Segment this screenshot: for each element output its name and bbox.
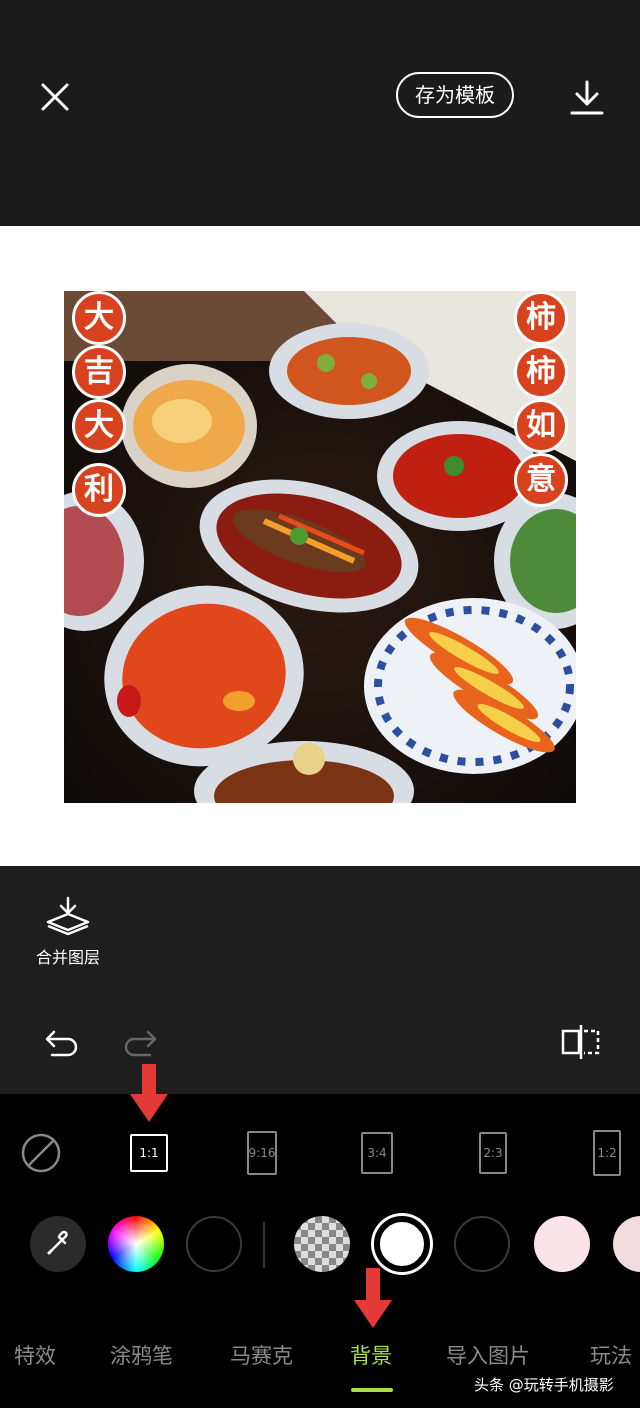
ratio-label: 3:4	[361, 1132, 393, 1174]
banner-char: 如	[514, 399, 568, 453]
ratio-label: 2:3	[479, 1132, 507, 1174]
food-photo[interactable]: 大 吉 大 利 柿 柿 如 意	[64, 291, 576, 803]
save-as-template-button[interactable]: 存为模板	[396, 72, 514, 118]
ratio-3-4-button[interactable]: 3:4	[360, 1130, 394, 1176]
banner-char: 柿	[514, 291, 568, 345]
ratio-9-16-button[interactable]: 9:16	[246, 1130, 278, 1176]
banner-char: 大	[72, 399, 126, 453]
ratio-2-3-button[interactable]: 2:3	[478, 1130, 508, 1176]
transparent-swatch[interactable]	[294, 1216, 350, 1272]
color-swatch[interactable]	[186, 1216, 242, 1272]
top-bar	[0, 0, 640, 226]
ratio-1-2-button[interactable]: 1:2	[592, 1130, 622, 1176]
ratio-1-1-button[interactable]: 1:1	[128, 1130, 170, 1176]
ratio-none-button[interactable]	[18, 1130, 64, 1176]
close-button[interactable]	[34, 76, 76, 118]
redo-icon	[124, 1030, 157, 1057]
food-photo-image	[64, 291, 576, 803]
color-swatch-white-selected[interactable]	[374, 1216, 430, 1272]
merge-layers-icon	[46, 896, 90, 936]
ratio-label: 1:1	[130, 1134, 168, 1172]
tab-import-image[interactable]: 导入图片	[446, 1340, 530, 1370]
color-swatch[interactable]	[454, 1216, 510, 1272]
compare-icon	[561, 1025, 600, 1059]
color-wheel-button[interactable]	[108, 1216, 164, 1272]
banner-char: 吉	[72, 345, 126, 399]
banner-char: 利	[72, 463, 126, 517]
none-icon	[21, 1133, 61, 1173]
divider	[263, 1222, 265, 1268]
compare-button[interactable]	[560, 1022, 602, 1062]
tab-effects[interactable]: 特效	[14, 1340, 56, 1370]
color-swatch[interactable]	[534, 1216, 590, 1272]
banner-char: 大	[72, 291, 126, 345]
ratio-label: 1:2	[593, 1130, 621, 1176]
annotation-arrow-icon	[130, 1064, 168, 1122]
color-wheel-icon	[108, 1216, 164, 1272]
banner-char: 意	[514, 453, 568, 507]
tab-gameplay[interactable]: 玩法	[590, 1340, 632, 1370]
banner-char: 柿	[514, 345, 568, 399]
undo-button[interactable]	[42, 1022, 82, 1062]
tab-doodle[interactable]: 涂鸦笔	[110, 1340, 173, 1370]
download-icon	[570, 80, 604, 115]
eyedropper-icon	[47, 1230, 68, 1255]
annotation-arrow-icon	[354, 1268, 392, 1328]
redo-button[interactable]	[120, 1022, 160, 1062]
close-icon	[41, 83, 69, 111]
tab-mosaic[interactable]: 马赛克	[230, 1340, 293, 1370]
ratio-label: 9:16	[247, 1131, 277, 1175]
watermark: 头条 @玩转手机摄影	[474, 1376, 614, 1394]
download-button[interactable]	[566, 76, 608, 118]
eyedropper-button[interactable]	[30, 1216, 86, 1272]
undo-icon	[45, 1030, 78, 1057]
merge-layers-button[interactable]: 合并图层	[28, 896, 108, 970]
active-tab-indicator	[351, 1388, 393, 1392]
tab-background[interactable]: 背景	[350, 1340, 392, 1370]
merge-layers-label: 合并图层	[35, 948, 100, 967]
